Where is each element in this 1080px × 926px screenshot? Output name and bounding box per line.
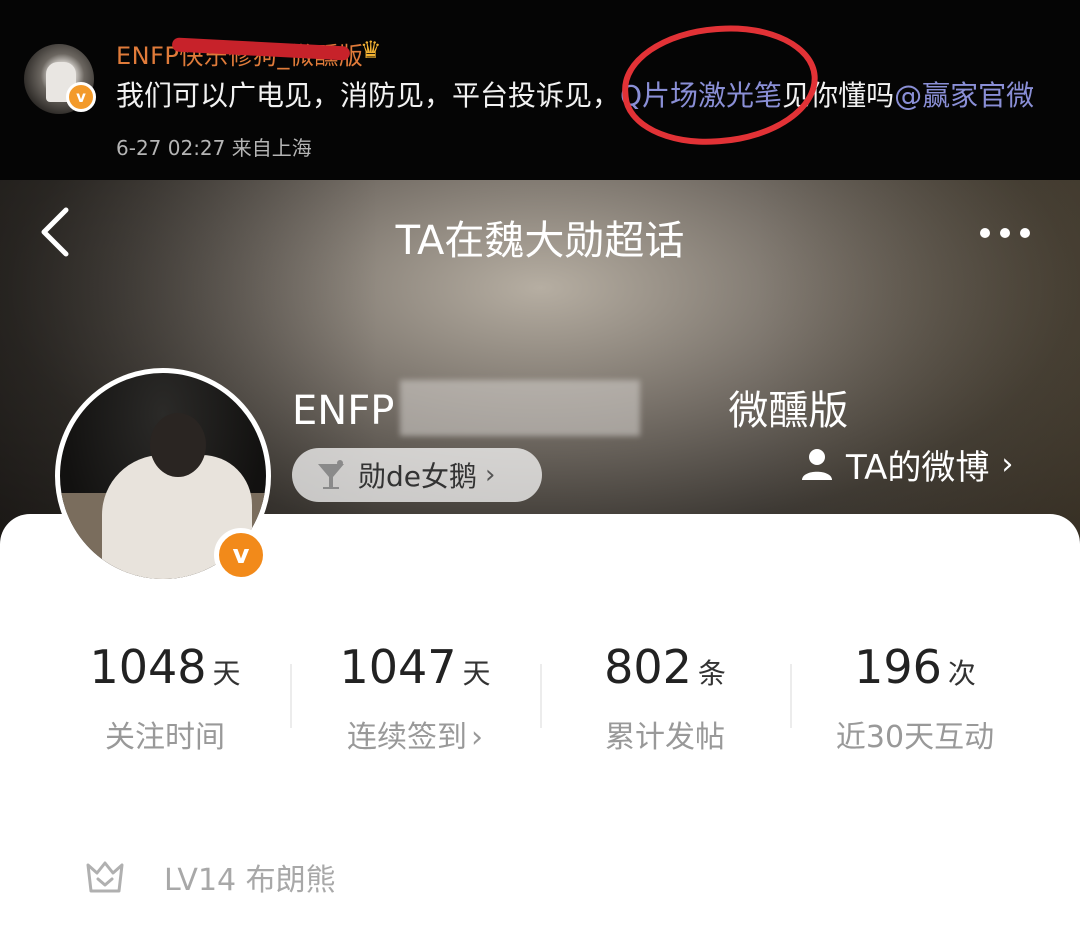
crown-level-icon <box>86 861 124 893</box>
page-title: TA在魏大勋超话 <box>395 218 685 264</box>
post-text-main: 我们可以广电见，消防见，平台投诉见， <box>116 79 621 112</box>
ta-weibo-label: TA的微博 <box>846 447 990 488</box>
chevron-right-icon: › <box>1001 446 1014 482</box>
chevron-right-icon: › <box>485 460 496 490</box>
stats-row: 1048 天 关注时间 1047 天 连续签到 › 802 条 累计发帖 196 次 近3… <box>40 640 1040 760</box>
level-row[interactable]: LV14 布朗熊 <box>84 852 336 902</box>
fan-title-label: 勋de女鹅 <box>358 460 478 493</box>
post-meta: 6-27 02:27 来自上海 <box>116 132 312 161</box>
post-text: 我们可以广电见，消防见，平台投诉见，Q片场激光笔见你懂吗@赢家官微 <box>116 74 1034 114</box>
level-label: LV14 布朗熊 <box>164 863 336 898</box>
stat-follow-days: 1048 天 关注时间 <box>89 640 241 755</box>
verified-badge-icon: v <box>214 528 268 582</box>
cocktail-icon <box>318 460 344 489</box>
post-time: 6-27 02:27 <box>116 136 226 160</box>
chevron-right-icon: › <box>471 720 483 755</box>
ta-weibo-link[interactable]: TA的微博 › <box>798 442 1014 488</box>
crown-icon: ♛ <box>360 36 382 64</box>
verified-badge-icon: v <box>66 82 96 112</box>
weibo-post: v ENFP快乐修狗_微醺版 ♛ 我们可以广电见，消防见，平台投诉见，Q片场激光… <box>0 0 1080 180</box>
person-icon <box>802 449 832 480</box>
fan-title-tag[interactable]: 勋de女鹅 › <box>292 448 542 502</box>
redaction-blur <box>400 380 640 436</box>
red-circle-annotation <box>618 19 822 151</box>
stat-checkin-streak[interactable]: 1047 天 连续签到 › <box>290 640 540 760</box>
more-dots-icon <box>980 228 990 238</box>
more-button[interactable] <box>972 218 1038 248</box>
stat-total-posts: 802 条 累计发帖 <box>540 640 790 760</box>
post-mention[interactable]: @赢家官微 <box>894 79 1034 112</box>
stat-interactions-30d: 196 次 近30天互动 <box>790 640 1040 760</box>
post-source: 来自上海 <box>231 136 312 160</box>
